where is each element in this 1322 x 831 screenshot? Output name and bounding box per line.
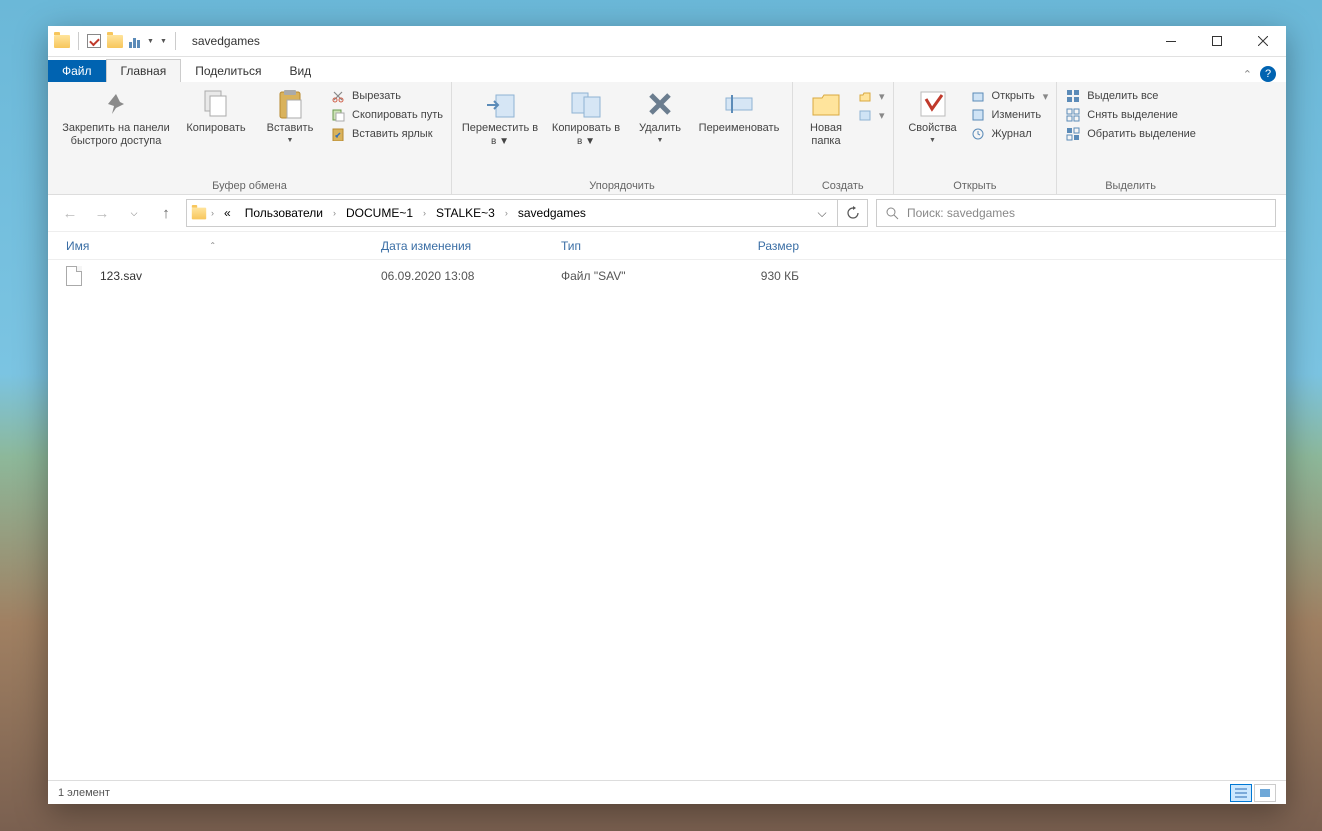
edit-button[interactable]: Изменить — [970, 107, 1049, 123]
maximize-button[interactable] — [1194, 26, 1240, 57]
copy-button[interactable]: Копировать — [182, 86, 250, 134]
breadcrumb-prefix[interactable]: « — [218, 204, 237, 222]
help-icon[interactable]: ? — [1260, 66, 1276, 82]
sort-indicator-icon: ⌃ — [209, 241, 216, 250]
explorer-window: ▼ ▼ savedgames Файл Главная Поделиться В… — [48, 26, 1286, 804]
app-folder-icon — [54, 35, 70, 48]
moveto-button[interactable]: Переместить вв ▼ — [460, 86, 540, 147]
column-type[interactable]: Тип — [561, 239, 709, 253]
quick-access-toolbar: ▼ ▼ — [48, 32, 184, 50]
window-title: savedgames — [192, 34, 260, 48]
qat-dropdown-icon[interactable]: ▼ — [160, 38, 167, 45]
status-text: 1 элемент — [58, 787, 110, 799]
file-row[interactable]: 123.sav 06.09.2020 13:08 Файл "SAV" 930 … — [48, 260, 1286, 292]
tab-share[interactable]: Поделиться — [181, 60, 275, 82]
breadcrumb[interactable]: › « Пользователи› DOCUME~1› STALKE~3› sa… — [186, 199, 838, 227]
selectinvert-button[interactable]: Обратить выделение — [1065, 126, 1196, 142]
close-button[interactable] — [1240, 26, 1286, 57]
breadcrumb-item[interactable]: DOCUME~1 — [340, 204, 419, 222]
refresh-button[interactable] — [838, 199, 868, 227]
ribbon: Закрепить на панели быстрого доступа Коп… — [48, 82, 1286, 195]
minimize-button[interactable] — [1148, 26, 1194, 57]
easyaccess-button[interactable]: ▾ — [857, 107, 885, 123]
file-icon — [66, 266, 82, 286]
address-bar: ← → ⌵ ↑ › « Пользователи› DOCUME~1› STAL… — [48, 195, 1286, 232]
titlebar: ▼ ▼ savedgames — [48, 26, 1286, 57]
breadcrumb-item[interactable]: savedgames — [512, 204, 592, 222]
search-icon — [885, 206, 899, 220]
nav-up-button[interactable]: ↑ — [154, 201, 178, 225]
delete-button[interactable]: Удалить▼ — [632, 86, 688, 144]
history-button[interactable]: Журнал — [970, 126, 1049, 142]
ribbon-group-open: Свойства▼ Открыть▾ Изменить Журнал Откры… — [894, 82, 1058, 194]
paste-button[interactable]: Вставить ▼ — [256, 86, 324, 144]
qat-customize-icon[interactable]: ▼ — [129, 34, 154, 48]
pin-button[interactable]: Закрепить на панели быстрого доступа — [56, 86, 176, 148]
tab-home[interactable]: Главная — [106, 59, 182, 82]
view-thumb-button[interactable] — [1254, 784, 1276, 802]
nav-back-button[interactable]: ← — [58, 201, 82, 225]
ribbon-group-select: Выделить все Снять выделение Обратить вы… — [1057, 82, 1204, 194]
column-headers: Имя⌃ Дата изменения Тип Размер — [48, 232, 1286, 260]
tab-file[interactable]: Файл — [48, 60, 106, 82]
search-input[interactable]: Поиск: savedgames — [876, 199, 1276, 227]
addr-dropdown-button[interactable]: ⌵ — [811, 202, 833, 224]
copyto-button[interactable]: Копировать вв ▼ — [546, 86, 626, 147]
selectnone-button[interactable]: Снять выделение — [1065, 107, 1196, 123]
newfolder-button[interactable]: Новая папка — [801, 86, 851, 148]
cut-button[interactable]: Вырезать — [330, 88, 443, 104]
ribbon-group-organize: Переместить вв ▼ Копировать вв ▼ Удалить… — [452, 82, 793, 194]
properties-button[interactable]: Свойства▼ — [902, 86, 964, 144]
selectall-button[interactable]: Выделить все — [1065, 88, 1196, 104]
copypath-button[interactable]: Скопировать путь — [330, 107, 443, 123]
pasteshortcut-button[interactable]: Вставить ярлык — [330, 126, 443, 142]
newitem-button[interactable]: ▾ — [857, 88, 885, 104]
breadcrumb-item[interactable]: Пользователи — [239, 204, 329, 222]
ribbon-group-new: Новая папка ▾ ▾ Создать — [793, 82, 894, 194]
file-list: Имя⌃ Дата изменения Тип Размер 123.sav 0… — [48, 232, 1286, 780]
column-date[interactable]: Дата изменения — [381, 239, 561, 253]
view-details-button[interactable] — [1230, 784, 1252, 802]
qat-newfolder-icon[interactable] — [107, 35, 123, 48]
breadcrumb-item[interactable]: STALKE~3 — [430, 204, 501, 222]
nav-recent-button[interactable]: ⌵ — [122, 201, 146, 225]
addr-folder-icon — [192, 207, 206, 219]
nav-forward-button[interactable]: → — [90, 201, 114, 225]
open-button[interactable]: Открыть▾ — [970, 88, 1049, 104]
status-bar: 1 элемент — [48, 780, 1286, 804]
ribbon-tabs: Файл Главная Поделиться Вид ⌃ ? — [48, 57, 1286, 82]
rename-button[interactable]: Переименовать — [694, 86, 784, 134]
ribbon-group-clipboard: Закрепить на панели быстрого доступа Коп… — [48, 82, 452, 194]
collapse-ribbon-icon[interactable]: ⌃ — [1243, 68, 1252, 81]
tab-view[interactable]: Вид — [275, 60, 325, 82]
column-name[interactable]: Имя⌃ — [66, 239, 381, 253]
column-size[interactable]: Размер — [709, 239, 799, 253]
qat-properties-icon[interactable] — [87, 34, 101, 48]
